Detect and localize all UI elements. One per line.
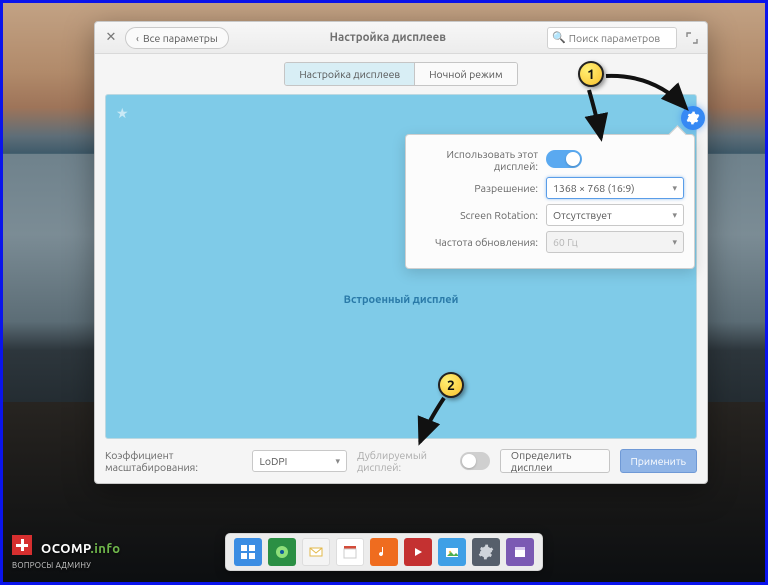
chevron-down-icon: ▾	[336, 456, 341, 467]
videos-icon[interactable]	[404, 538, 432, 566]
display-name-label: Встроенный дисплей	[344, 294, 459, 306]
mirror-displays-toggle[interactable]	[460, 452, 490, 470]
display-settings-popover: Использовать этот дисплей: Разрешение: 1…	[405, 134, 695, 269]
annotation-arrow-1b	[567, 88, 617, 148]
chevron-down-icon: ▾	[672, 237, 677, 248]
search-input[interactable]	[569, 32, 672, 44]
resolution-label: Разрешение:	[416, 182, 546, 194]
rotation-value: Отсутствует	[553, 209, 612, 221]
maximize-button[interactable]	[683, 29, 701, 47]
all-settings-button[interactable]: ‹ Все параметры	[125, 27, 229, 49]
watermark-plus-icon	[12, 535, 32, 555]
search-field[interactable]: 🔍	[547, 27, 677, 49]
close-button[interactable]: ✕	[101, 28, 121, 48]
search-icon: 🔍	[552, 31, 566, 44]
annotation-badge-1: 1	[578, 61, 604, 87]
resolution-select[interactable]: 1368 × 768 (16:9) ▾	[546, 177, 684, 199]
bottom-toolbar: Коэффициент масштабирования: LoDPI ▾ Дуб…	[95, 439, 707, 483]
settings-icon[interactable]	[472, 538, 500, 566]
dock	[225, 533, 543, 571]
photos-icon[interactable]	[438, 538, 466, 566]
scale-factor-value: LoDPI	[259, 455, 287, 467]
tab-night-light[interactable]: Ночной режим	[414, 63, 516, 85]
tab-displays[interactable]: Настройка дисплеев	[285, 63, 414, 85]
refresh-value: 60 Гц	[553, 236, 578, 248]
rotation-label: Screen Rotation:	[416, 209, 546, 221]
chevron-down-icon: ▾	[672, 183, 677, 194]
rotation-select[interactable]: Отсутствует ▾	[546, 204, 684, 226]
detect-displays-button[interactable]: Определить дисплеи	[500, 449, 610, 473]
annotation-arrow-2	[414, 396, 454, 450]
software-icon[interactable]	[506, 538, 534, 566]
watermark-tld: .info	[91, 542, 121, 556]
apply-button[interactable]: Применить	[620, 449, 697, 473]
chevron-down-icon: ▾	[672, 210, 677, 221]
use-display-toggle[interactable]	[546, 150, 582, 168]
annotation-badge-2: 2	[438, 372, 464, 398]
back-label: Все параметры	[143, 32, 218, 44]
browser-icon[interactable]	[268, 538, 296, 566]
music-icon[interactable]	[370, 538, 398, 566]
mirror-label: Дублируемый дисплей:	[357, 449, 454, 473]
mirror-displays-group: Дублируемый дисплей:	[357, 449, 490, 473]
apps-icon[interactable]	[234, 538, 262, 566]
watermark-tagline: ВОПРОСЫ АДМИНУ	[12, 561, 91, 570]
mail-icon[interactable]	[302, 538, 330, 566]
primary-star-icon: ★	[116, 105, 129, 122]
watermark: OCOMP.info ВОПРОСЫ АДМИНУ	[12, 533, 121, 571]
watermark-name: OCOMP	[41, 542, 91, 556]
refresh-select: 60 Гц ▾	[546, 231, 684, 253]
window-title: Настройка дисплеев	[229, 31, 547, 44]
resolution-value: 1368 × 768 (16:9)	[553, 182, 635, 194]
titlebar: ✕ ‹ Все параметры Настройка дисплеев 🔍	[95, 22, 707, 54]
calendar-icon[interactable]	[336, 538, 364, 566]
use-display-label: Использовать этот дисплей:	[416, 148, 546, 172]
annotation-arrow-1a	[604, 70, 694, 124]
refresh-label: Частота обновления:	[416, 236, 546, 248]
scale-factor-select[interactable]: LoDPI ▾	[252, 450, 347, 472]
scale-factor-label: Коэффициент масштабирования:	[105, 449, 242, 473]
